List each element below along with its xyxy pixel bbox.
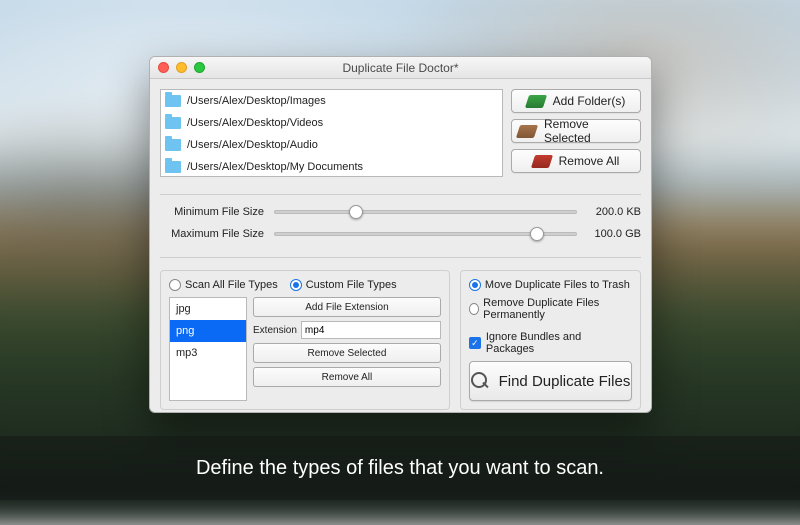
app-window: Duplicate File Doctor* /Users/Alex/Deskt… [149,56,652,413]
folder-path: /Users/Alex/Desktop/Audio [187,139,318,151]
button-label: Remove Selected [544,117,634,145]
folder-icon [165,95,181,107]
list-item[interactable]: /Users/Alex/Desktop/Images [161,90,502,112]
folder-path: /Users/Alex/Desktop/Images [187,95,326,107]
min-size-slider[interactable] [274,210,577,214]
list-item[interactable]: png [170,320,246,342]
radio-icon [469,279,481,291]
radio-icon [290,279,302,291]
folder-list[interactable]: /Users/Alex/Desktop/Images /Users/Alex/D… [160,89,503,177]
button-label: Remove All [559,154,620,168]
minimize-icon[interactable] [176,62,187,73]
window-title: Duplicate File Doctor* [150,61,651,75]
list-item[interactable]: jpg [170,298,246,320]
button-label: Add Folder(s) [553,94,626,108]
extension-label: Extension [253,325,297,336]
extension-list[interactable]: jpg png mp3 [169,297,247,401]
window-body: /Users/Alex/Desktop/Images /Users/Alex/D… [150,79,651,413]
divider [160,257,641,258]
radio-icon [169,279,181,291]
remove-icon [516,125,538,138]
remove-all-icon [531,155,553,168]
extension-input[interactable] [301,321,441,339]
remove-selected-button[interactable]: Remove Selected [511,119,641,143]
move-trash-radio[interactable]: Move Duplicate Files to Trash [469,279,632,291]
close-icon[interactable] [158,62,169,73]
list-item[interactable]: /Users/Alex/Desktop/Audio [161,134,502,156]
list-item[interactable]: mp3 [170,342,246,364]
caption-bar: Define the types of files that you want … [0,436,800,500]
button-label: Find Duplicate Files [499,373,631,390]
radio-icon [469,303,479,315]
slider-thumb[interactable] [349,205,363,219]
scan-all-radio[interactable]: Scan All File Types [169,279,278,291]
remove-all-ext-button[interactable]: Remove All [253,367,441,387]
max-size-slider[interactable] [274,232,577,236]
min-size-value: 200.0 KB [587,206,641,218]
ignore-bundles-checkbox[interactable]: Ignore Bundles and Packages [469,331,632,355]
min-size-label: Minimum File Size [160,206,264,218]
titlebar[interactable]: Duplicate File Doctor* [150,57,651,79]
max-size-label: Maximum File Size [160,228,264,240]
folder-icon [165,161,181,173]
checkbox-label: Ignore Bundles and Packages [486,331,632,355]
list-item[interactable]: /Users/Alex/Desktop/Videos [161,112,502,134]
remove-selected-ext-button[interactable]: Remove Selected [253,343,441,363]
folder-icon [165,117,181,129]
add-extension-button[interactable]: Add File Extension [253,297,441,317]
zoom-icon[interactable] [194,62,205,73]
find-duplicates-button[interactable]: Find Duplicate Files [469,361,632,401]
checkbox-icon [469,337,481,349]
duplicates-panel: Move Duplicate Files to Trash Remove Dup… [460,270,641,410]
add-icon [525,95,547,108]
folder-path: /Users/Alex/Desktop/My Documents [187,161,363,173]
radio-label: Remove Duplicate Files Permanently [483,297,632,321]
radio-label: Scan All File Types [185,279,278,291]
radio-label: Move Duplicate Files to Trash [485,279,630,291]
caption-text: Define the types of files that you want … [196,457,604,480]
folder-path: /Users/Alex/Desktop/Videos [187,117,323,129]
divider [160,194,641,195]
folder-icon [165,139,181,151]
filetypes-panel: Scan All File Types Custom File Types jp… [160,270,450,410]
search-icon [471,372,489,390]
remove-permanent-radio[interactable]: Remove Duplicate Files Permanently [469,297,632,321]
radio-label: Custom File Types [306,279,397,291]
custom-types-radio[interactable]: Custom File Types [290,279,397,291]
traffic-lights [150,62,205,73]
slider-thumb[interactable] [530,227,544,241]
add-folders-button[interactable]: Add Folder(s) [511,89,641,113]
list-item[interactable]: /Users/Alex/Desktop/My Documents [161,156,502,177]
max-size-value: 100.0 GB [587,228,641,240]
remove-all-button[interactable]: Remove All [511,149,641,173]
